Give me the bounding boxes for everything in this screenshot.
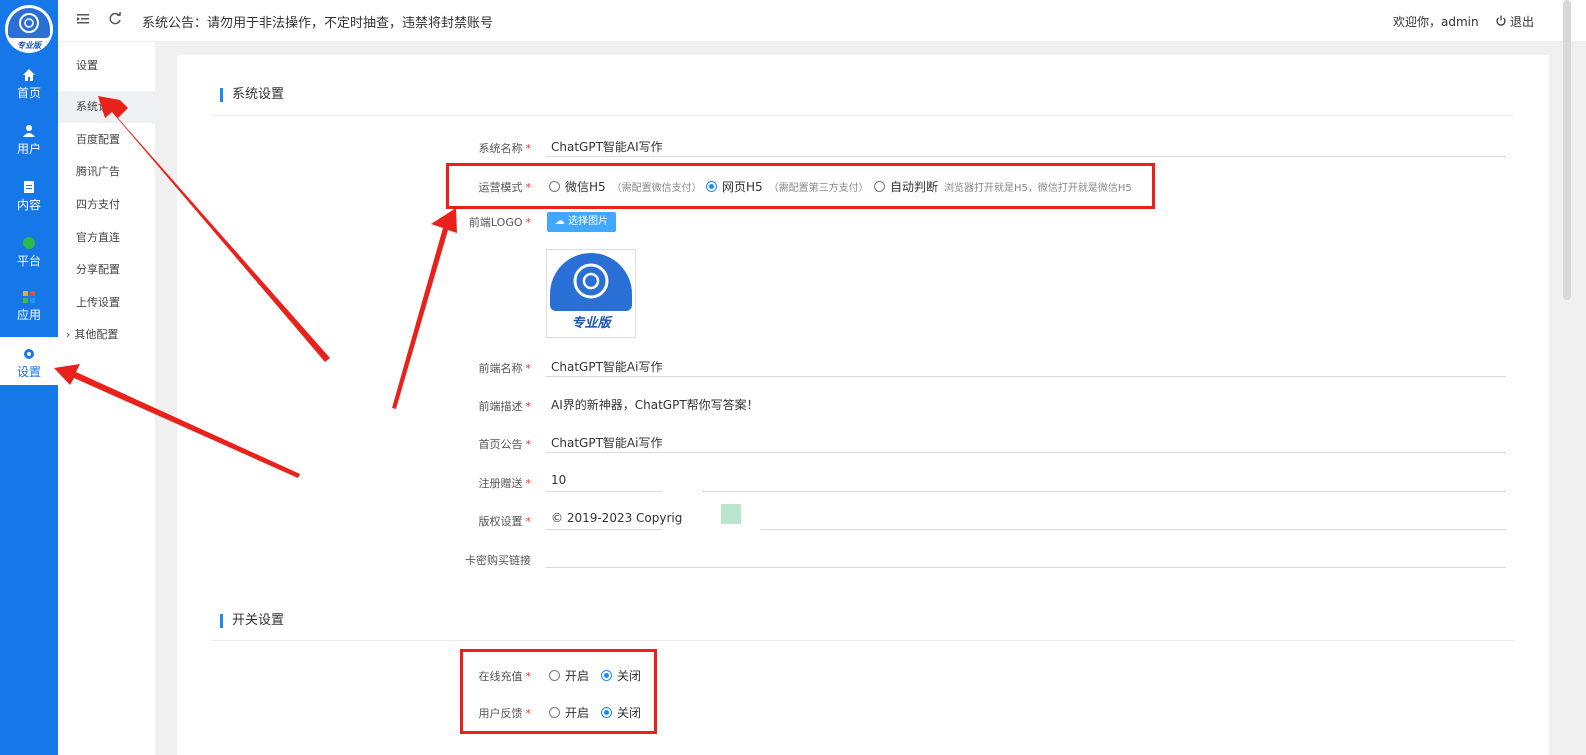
annotation-arrows (54, 96, 457, 478)
